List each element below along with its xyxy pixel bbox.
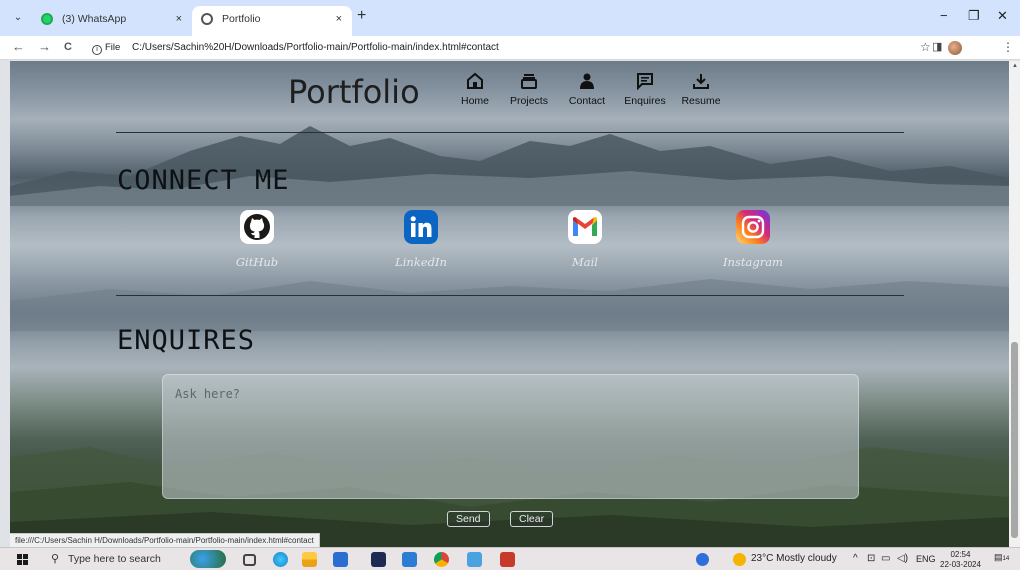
- enquiries-heading: ENQUIRES: [117, 325, 256, 356]
- search-icon: ⚲: [51, 553, 60, 565]
- nav-home[interactable]: Home: [448, 69, 502, 107]
- notification-icon: ▤: [994, 552, 1003, 562]
- battery-icon[interactable]: ▭: [881, 553, 890, 564]
- notification-count: 14: [1002, 556, 1010, 562]
- connect-heading: CONNECT ME: [117, 165, 290, 196]
- terminal-app-icon[interactable]: [371, 552, 386, 567]
- taskbar-search-placeholder: Type here to search: [68, 553, 161, 565]
- weather-text[interactable]: 23°C Mostly cloudy: [751, 553, 837, 564]
- browser-menu-icon[interactable]: ⋮: [1002, 40, 1014, 54]
- contact-icon: [580, 73, 594, 89]
- instagram-icon: [736, 210, 770, 244]
- task-view-icon[interactable]: [243, 554, 256, 566]
- page-viewport: Portfolio Home Projects Contact Enquires…: [10, 61, 1009, 547]
- home-icon: [467, 72, 483, 89]
- word-app-icon[interactable]: [402, 552, 417, 567]
- link-status-bubble: file:///C:/Users/Sachin H/Downloads/Port…: [10, 533, 320, 547]
- edge-browser-icon[interactable]: [273, 552, 288, 567]
- enquiries-icon: [637, 73, 653, 90]
- windows-taskbar: ⚲ Type here to search 23°C Mostly cloudy…: [0, 547, 1020, 570]
- browser-tab-strip: ⌄ (3) WhatsApp × Portfolio × + − ❐ ✕: [0, 0, 1020, 36]
- scroll-up-arrow-icon[interactable]: ▲: [1012, 63, 1018, 69]
- github-link[interactable]: GitHub: [207, 210, 307, 269]
- weather-icon: [733, 553, 746, 566]
- file-explorer-icon[interactable]: [302, 552, 317, 567]
- info-icon: i: [92, 45, 102, 55]
- page-scrollbar[interactable]: ▲: [1009, 61, 1020, 547]
- browser-toolbar: ← → C i File C:/Users/Sachin%20H/Download…: [0, 36, 1020, 60]
- network-icon[interactable]: ⊡: [867, 553, 875, 564]
- tab-title: Portfolio: [222, 13, 261, 25]
- header-divider: [116, 132, 904, 133]
- tab-search-button[interactable]: ⌄: [8, 9, 28, 27]
- whatsapp-favicon-icon: [41, 13, 53, 25]
- notes-app-icon[interactable]: [467, 552, 482, 567]
- site-info-chip[interactable]: i File: [92, 38, 120, 58]
- gmail-icon: [568, 210, 602, 244]
- tab-title: (3) WhatsApp: [62, 13, 127, 25]
- reload-button[interactable]: C: [64, 41, 72, 53]
- volume-icon[interactable]: ◁): [897, 553, 908, 564]
- site-title: Portfolio: [288, 73, 420, 111]
- clock-time: 02:54: [950, 550, 971, 559]
- github-label: GitHub: [235, 255, 279, 269]
- language-indicator[interactable]: ENG: [916, 554, 936, 564]
- address-bar[interactable]: i File C:/Users/Sachin%20H/Downloads/Port…: [86, 38, 916, 58]
- enquiry-textarea[interactable]: [162, 374, 859, 499]
- maximize-button[interactable]: ❐: [968, 8, 980, 24]
- new-tab-button[interactable]: +: [357, 7, 366, 25]
- bookmark-star-icon[interactable]: ☆: [920, 40, 931, 54]
- notification-center-button[interactable]: ▤14: [994, 552, 1009, 563]
- nav-contact[interactable]: Contact: [560, 69, 614, 107]
- instagram-link[interactable]: Instagram: [703, 210, 803, 269]
- close-window-button[interactable]: ✕: [997, 8, 1008, 24]
- mountain-ridge: [10, 251, 1009, 331]
- clear-button[interactable]: Clear: [510, 511, 554, 527]
- profile-avatar[interactable]: [948, 41, 962, 55]
- github-icon: [240, 210, 274, 244]
- side-panel-icon[interactable]: ◨: [932, 40, 942, 53]
- connect-divider: [116, 295, 904, 296]
- windows-start-icon[interactable]: [17, 554, 28, 565]
- taskbar-clock[interactable]: 02:54 22-03-2024: [940, 550, 981, 570]
- linkedin-label: LinkedIn: [395, 255, 447, 269]
- globe-favicon-icon: [201, 13, 213, 25]
- tray-overflow-chevron-icon[interactable]: ^: [853, 553, 858, 564]
- chrome-browser-icon[interactable]: [434, 552, 449, 567]
- news-widget-icon[interactable]: [190, 550, 226, 568]
- url-text: C:/Users/Sachin%20H/Downloads/Portfolio-…: [132, 42, 499, 53]
- mail-label: Mail: [572, 255, 598, 269]
- media-app-icon[interactable]: [500, 552, 515, 567]
- send-button[interactable]: Send: [447, 511, 490, 527]
- tab-close-icon[interactable]: ×: [336, 6, 342, 32]
- tab-close-icon[interactable]: ×: [176, 6, 182, 32]
- tab-whatsapp[interactable]: (3) WhatsApp ×: [32, 6, 192, 36]
- instagram-label: Instagram: [723, 255, 783, 269]
- taskbar-search-box[interactable]: ⚲ Type here to search: [38, 549, 198, 570]
- minimize-button[interactable]: −: [940, 8, 948, 23]
- forward-button[interactable]: →: [38, 39, 51, 54]
- projects-icon: [521, 74, 537, 89]
- download-icon: [693, 74, 709, 89]
- linkedin-link[interactable]: LinkedIn: [371, 210, 471, 269]
- linkedin-icon: [404, 210, 438, 244]
- nav-resume[interactable]: Resume: [674, 69, 728, 107]
- mail-link[interactable]: Mail: [535, 210, 635, 269]
- clock-date: 22-03-2024: [940, 560, 981, 569]
- nav-enquiries[interactable]: Enquires: [618, 69, 672, 107]
- tab-portfolio[interactable]: Portfolio ×: [192, 6, 352, 36]
- scrollbar-thumb[interactable]: [1011, 342, 1018, 538]
- help-icon[interactable]: [696, 553, 709, 566]
- mail-app-icon[interactable]: [333, 552, 348, 567]
- back-button[interactable]: ←: [12, 39, 25, 54]
- nav-projects[interactable]: Projects: [502, 69, 556, 107]
